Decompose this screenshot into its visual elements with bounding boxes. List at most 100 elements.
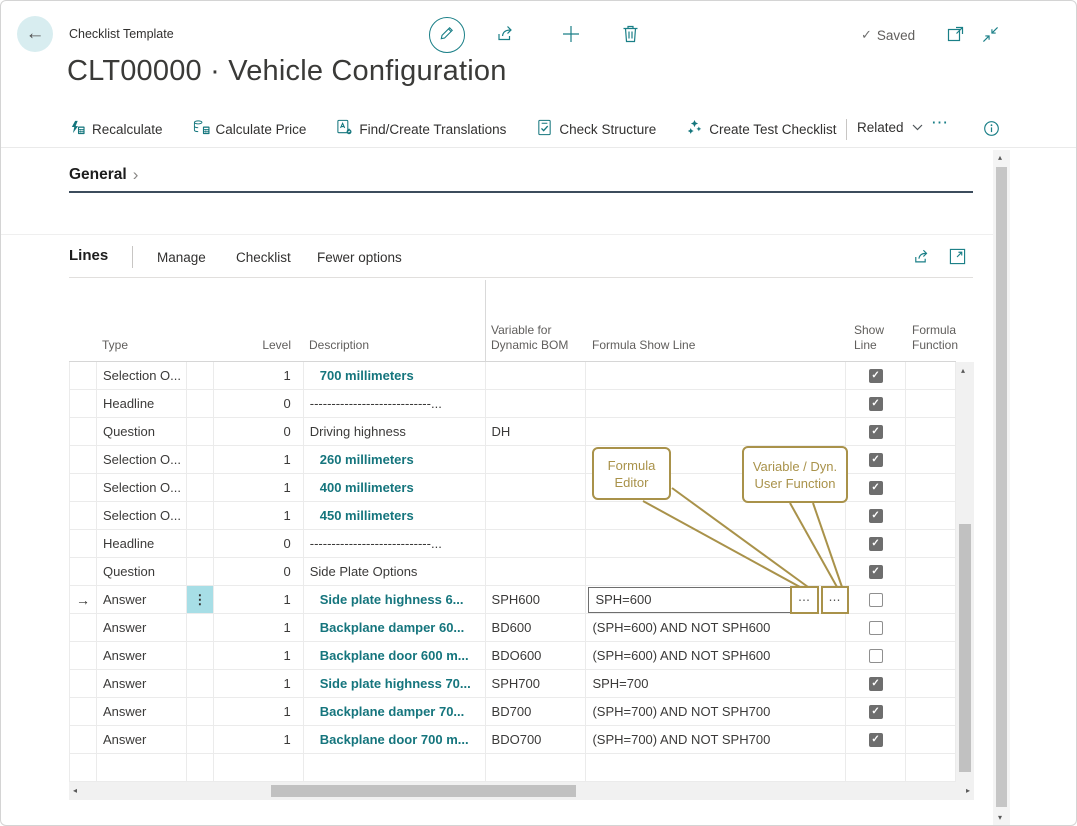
cell-type[interactable]: Selection O...: [97, 502, 187, 529]
cell-level[interactable]: 0: [214, 558, 304, 585]
cell-type[interactable]: Question: [97, 418, 187, 445]
cell-variable[interactable]: BD700: [486, 698, 587, 725]
cell-formula-function[interactable]: [906, 558, 956, 585]
cell-show-line[interactable]: ✓: [846, 530, 906, 557]
recalculate-button[interactable]: Recalculate: [69, 119, 163, 141]
cell-description[interactable]: ----------------------------...: [304, 390, 486, 417]
cell-level[interactable]: 1: [214, 502, 304, 529]
cell-description[interactable]: Driving highness: [304, 418, 486, 445]
table-row[interactable]: Question0Side Plate Options✓: [69, 558, 956, 586]
cell-variable[interactable]: SPH600: [486, 586, 587, 613]
cell-formula-show-line[interactable]: [586, 502, 846, 529]
cell-show-line[interactable]: [846, 754, 906, 781]
cell-show-line[interactable]: [846, 586, 906, 613]
cell-formula-show-line[interactable]: (SPH=700) AND NOT SPH700: [586, 726, 846, 753]
cell-formula-show-line[interactable]: [586, 530, 846, 557]
lines-menu-fewer-options[interactable]: Fewer options: [317, 250, 402, 265]
cell-level[interactable]: 1: [214, 726, 304, 753]
new-button[interactable]: [561, 24, 581, 49]
collapse-button[interactable]: [982, 26, 999, 48]
cell-type[interactable]: Question: [97, 558, 187, 585]
cell-show-line[interactable]: ✓: [846, 362, 906, 389]
cell-formula-function[interactable]: [906, 446, 956, 473]
cell-level[interactable]: 0: [214, 418, 304, 445]
cell-type[interactable]: Headline: [97, 530, 187, 557]
cell-formula-function[interactable]: [906, 614, 956, 641]
table-row[interactable]: Question 0Driving highnessDH ✓: [69, 418, 956, 446]
cell-description[interactable]: Side plate highness 70...: [304, 670, 486, 697]
table-row[interactable]: Answer1Backplane damper 70...BD700(SPH=7…: [69, 698, 956, 726]
cell-level[interactable]: 1: [214, 586, 304, 613]
show-line-checkbox[interactable]: ✓: [869, 705, 883, 719]
variable-function-assist-button[interactable]: ⋯: [821, 586, 849, 614]
cell-show-line[interactable]: [846, 642, 906, 669]
cell-description[interactable]: Backplane door 700 m...: [304, 726, 486, 753]
cell-formula-show-line[interactable]: SPH=700: [586, 670, 846, 697]
cell-variable[interactable]: [486, 474, 587, 501]
cell-description[interactable]: ----------------------------...: [304, 530, 486, 557]
cell-formula-show-line[interactable]: [586, 362, 846, 389]
back-button[interactable]: ←: [17, 16, 53, 52]
cell-variable[interactable]: [486, 754, 587, 781]
column-header-formula-show-line[interactable]: Formula Show Line: [592, 338, 695, 353]
cell-show-line[interactable]: ✓: [846, 446, 906, 473]
grid-hscroll-thumb[interactable]: [271, 785, 576, 797]
show-line-checkbox[interactable]: ✓: [869, 509, 883, 523]
cell-formula-show-line[interactable]: (SPH=700) AND NOT SPH700: [586, 698, 846, 725]
cell-show-line[interactable]: ✓: [846, 726, 906, 753]
cell-type[interactable]: Answer: [97, 726, 187, 753]
cell-show-line[interactable]: ✓: [846, 474, 906, 501]
cell-formula-function[interactable]: [906, 698, 956, 725]
cell-type[interactable]: Answer: [97, 698, 187, 725]
table-row[interactable]: Headline0----------------------------...…: [69, 390, 956, 418]
lines-menu-manage[interactable]: Manage: [157, 250, 206, 265]
cell-variable[interactable]: [486, 502, 587, 529]
cell-type[interactable]: Selection O...: [97, 362, 187, 389]
cell-variable[interactable]: DH: [486, 418, 587, 445]
cell-type[interactable]: Answer: [97, 586, 187, 613]
cell-show-line[interactable]: ✓: [846, 390, 906, 417]
cell-description[interactable]: Side plate highness 6...: [304, 586, 486, 613]
formula-editor-assist-button[interactable]: ⋯: [790, 586, 819, 614]
cell-level[interactable]: 1: [214, 670, 304, 697]
show-line-checkbox[interactable]: ✓: [869, 425, 883, 439]
cell-show-line[interactable]: ✓: [846, 698, 906, 725]
show-line-checkbox[interactable]: ✓: [869, 397, 883, 411]
delete-button[interactable]: [622, 24, 639, 48]
cell-level[interactable]: 0: [214, 530, 304, 557]
scroll-left-icon[interactable]: ◂: [73, 787, 77, 795]
cell-type[interactable]: Selection O...: [97, 446, 187, 473]
cell-level[interactable]: 0: [214, 390, 304, 417]
formula-show-line-input[interactable]: SPH=600: [588, 587, 817, 613]
table-row[interactable]: Answer1Backplane door 600 m...BDO600(SPH…: [69, 642, 956, 670]
table-row[interactable]: [69, 754, 956, 782]
cell-formula-function[interactable]: [906, 362, 956, 389]
cell-show-line[interactable]: ✓: [846, 670, 906, 697]
lines-share-button[interactable]: [913, 248, 932, 270]
cell-formula-show-line[interactable]: [586, 390, 846, 417]
check-structure-button[interactable]: Check Structure: [536, 119, 656, 141]
table-row[interactable]: Answer1Backplane door 700 m...BDO700(SPH…: [69, 726, 956, 754]
show-line-checkbox[interactable]: [869, 593, 883, 607]
cell-show-line[interactable]: ✓: [846, 502, 906, 529]
cell-formula-function[interactable]: [906, 474, 956, 501]
show-line-checkbox[interactable]: ✓: [869, 565, 883, 579]
grid-vscroll-thumb[interactable]: [959, 524, 971, 772]
column-header-description[interactable]: Description: [309, 338, 369, 353]
table-row[interactable]: Selection O...1700 millimeters✓: [69, 362, 956, 390]
cell-variable[interactable]: [486, 362, 587, 389]
cell-formula-function[interactable]: [906, 390, 956, 417]
cell-description[interactable]: Backplane door 600 m...: [304, 642, 486, 669]
more-actions-button[interactable]: ⋯: [931, 113, 949, 133]
column-header-level[interactable]: Level: [213, 338, 291, 353]
cell-level[interactable]: 1: [214, 446, 304, 473]
cell-type[interactable]: Selection O...: [97, 474, 187, 501]
cell-variable[interactable]: [486, 390, 587, 417]
grid-vertical-scrollbar[interactable]: ▴: [956, 362, 974, 782]
show-line-checkbox[interactable]: [869, 649, 883, 663]
open-in-window-button[interactable]: [947, 25, 965, 48]
cell-variable[interactable]: BD600: [486, 614, 587, 641]
cell-description[interactable]: 260 millimeters: [304, 446, 486, 473]
cell-level[interactable]: 1: [214, 614, 304, 641]
create-test-checklist-button[interactable]: Create Test Checklist: [686, 119, 836, 141]
